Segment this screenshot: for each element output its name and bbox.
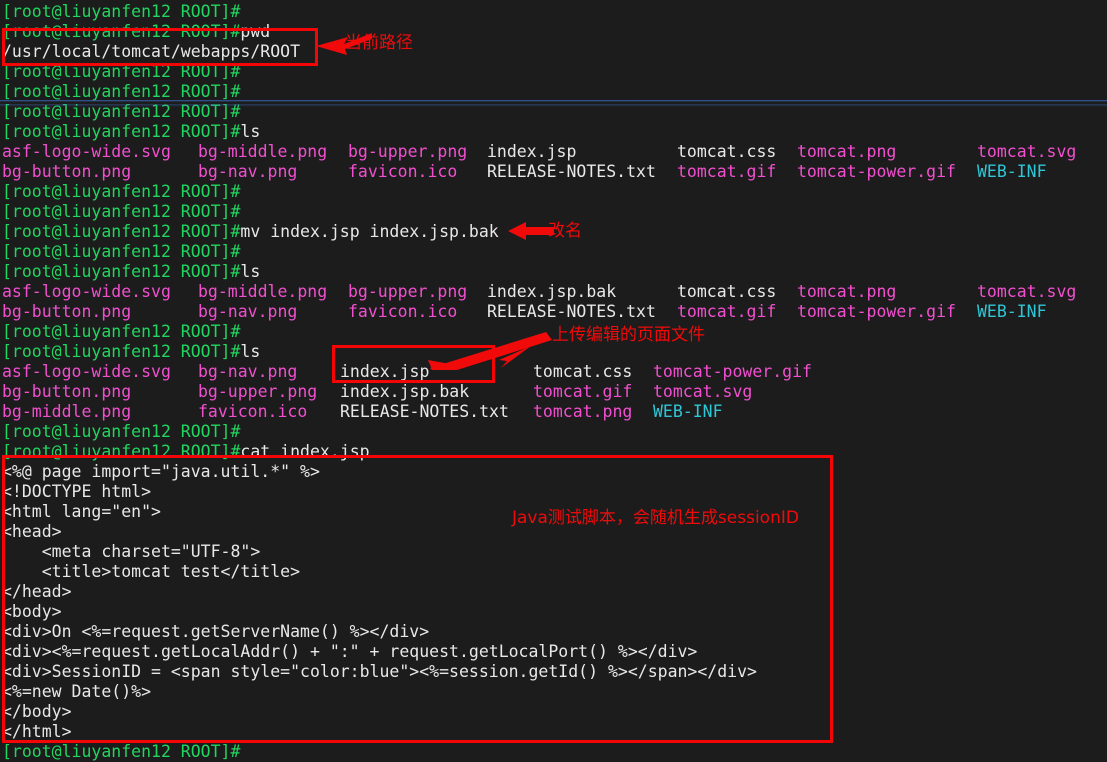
file-entry[interactable]: tomcat.svg	[977, 282, 1076, 302]
terminal-line: [root@liuyanfen12 ROOT]#	[2, 742, 240, 762]
file-entry[interactable]: tomcat.gif	[533, 382, 632, 402]
file-entry[interactable]: favicon.ico	[348, 302, 457, 322]
terminal-line: [root@liuyanfen12 ROOT]#	[2, 182, 240, 202]
terminal-line: [root@liuyanfen12 ROOT]#	[2, 202, 240, 222]
file-entry[interactable]: bg-upper.png	[198, 382, 317, 402]
annotation-label: 改名	[548, 221, 582, 241]
file-entry[interactable]: tomcat-power.gif	[653, 362, 812, 382]
file-entry[interactable]: WEB-INF	[977, 162, 1047, 182]
highlight-box-jsp-source	[2, 455, 833, 743]
file-entry[interactable]: bg-nav.png	[198, 162, 297, 182]
highlight-box-pwd	[2, 28, 318, 66]
file-entry[interactable]: bg-button.png	[2, 162, 131, 182]
crt-scanline	[0, 104, 1107, 107]
file-entry[interactable]: tomcat.gif	[677, 162, 776, 182]
terminal-line: [root@liuyanfen12 ROOT]#ls	[2, 342, 260, 362]
shell-prompt: [root@liuyanfen12 ROOT]#	[2, 222, 241, 241]
terminal-line: [root@liuyanfen12 ROOT]#	[2, 422, 240, 442]
file-entry[interactable]: tomcat.css	[677, 282, 776, 302]
shell-prompt: [root@liuyanfen12 ROOT]#	[2, 242, 241, 261]
file-listing-row: bg-button.png bg-nav.png favicon.ico RELEAS…	[0, 162, 1107, 182]
shell-prompt: [root@liuyanfen12 ROOT]#	[2, 182, 241, 201]
file-entry[interactable]: tomcat-power.gif	[797, 162, 956, 182]
shell-prompt: [root@liuyanfen12 ROOT]#	[2, 122, 241, 141]
shell-prompt: [root@liuyanfen12 ROOT]#	[2, 422, 241, 441]
file-entry[interactable]: tomcat.svg	[653, 382, 752, 402]
file-entry[interactable]: RELEASE-NOTES.txt	[487, 162, 656, 182]
file-listing-row: asf-logo-wide.svg bg-middle.png bg-upper.p…	[0, 142, 1107, 162]
shell-prompt: [root@liuyanfen12 ROOT]#	[2, 202, 241, 221]
annotation-label: Java测试脚本，会随机生成sessionID	[512, 508, 799, 528]
file-entry[interactable]: asf-logo-wide.svg	[2, 282, 171, 302]
shell-prompt: [root@liuyanfen12 ROOT]#	[2, 342, 241, 361]
annotation-label: 上传编辑的页面文件	[552, 325, 705, 345]
shell-command: mv index.jsp index.jsp.bak	[240, 222, 499, 241]
shell-command: ls	[240, 342, 261, 361]
file-entry[interactable]: bg-button.png	[2, 382, 131, 402]
file-entry[interactable]: tomcat.png	[533, 402, 632, 422]
file-entry[interactable]: tomcat.png	[797, 282, 896, 302]
file-entry[interactable]: favicon.ico	[348, 162, 457, 182]
file-entry[interactable]: WEB-INF	[977, 302, 1047, 322]
file-entry[interactable]: bg-upper.png	[348, 282, 467, 302]
file-entry[interactable]: asf-logo-wide.svg	[2, 142, 171, 162]
file-entry[interactable]: index.jsp	[487, 142, 576, 162]
file-entry[interactable]: RELEASE-NOTES.txt	[340, 402, 509, 422]
shell-prompt: [root@liuyanfen12 ROOT]#	[2, 82, 241, 101]
file-entry[interactable]: tomcat-power.gif	[797, 302, 956, 322]
terminal-line: [root@liuyanfen12 ROOT]#	[2, 82, 240, 102]
shell-command: ls	[240, 122, 261, 141]
terminal-line: [root@liuyanfen12 ROOT]#ls	[2, 262, 260, 282]
file-entry[interactable]: WEB-INF	[653, 402, 723, 422]
file-entry[interactable]: asf-logo-wide.svg	[2, 362, 171, 382]
file-listing-row: asf-logo-wide.svg bg-middle.png bg-upper.p…	[0, 282, 1107, 302]
file-listing-row: bg-button.png bg-nav.png favicon.ico RELEAS…	[0, 302, 1107, 322]
file-entry[interactable]: bg-middle.png	[198, 282, 327, 302]
pointer-arrow-upload-head	[499, 346, 531, 368]
terminal-line: [root@liuyanfen12 ROOT]#ls	[2, 122, 260, 142]
annotation-label: 当前路径	[345, 33, 413, 53]
file-entry[interactable]: bg-middle.png	[2, 402, 131, 422]
file-listing-row: bg-button.png bg-upper.png index.jsp.bak to…	[0, 382, 1107, 402]
terminal-line: [root@liuyanfen12 ROOT]#	[2, 322, 240, 342]
file-entry[interactable]: tomcat.css	[677, 142, 776, 162]
terminal-line: [root@liuyanfen12 ROOT]#	[2, 242, 240, 262]
file-entry[interactable]: index.jsp.bak	[340, 382, 469, 402]
file-entry[interactable]: bg-middle.png	[198, 142, 327, 162]
file-entry[interactable]: tomcat.svg	[977, 142, 1076, 162]
file-entry[interactable]: bg-nav.png	[198, 302, 297, 322]
file-entry[interactable]: bg-nav.png	[198, 362, 297, 382]
shell-prompt: [root@liuyanfen12 ROOT]#	[2, 742, 241, 761]
file-entry[interactable]: favicon.ico	[198, 402, 307, 422]
terminal-line: [root@liuyanfen12 ROOT]#mv index.jsp ind…	[2, 222, 499, 242]
file-entry[interactable]: tomcat.png	[797, 142, 896, 162]
shell-prompt: [root@liuyanfen12 ROOT]#	[2, 322, 241, 341]
file-entry[interactable]: bg-upper.png	[348, 142, 467, 162]
file-entry[interactable]: RELEASE-NOTES.txt	[487, 302, 656, 322]
shell-prompt: [root@liuyanfen12 ROOT]#	[2, 262, 241, 281]
file-entry[interactable]: bg-button.png	[2, 302, 131, 322]
file-entry[interactable]: index.jsp.bak	[487, 282, 616, 302]
file-entry[interactable]: tomcat.gif	[677, 302, 776, 322]
terminal-line: [root@liuyanfen12 ROOT]#	[2, 2, 240, 22]
shell-prompt: [root@liuyanfen12 ROOT]#	[2, 2, 241, 21]
file-listing-row: bg-middle.png favicon.ico RELEASE-NOTES.tx…	[0, 402, 1107, 422]
crt-scanline	[0, 100, 1107, 102]
terminal-window[interactable]: [root@liuyanfen12 ROOT]# [root@liuyanfen1…	[0, 0, 1107, 762]
shell-command: ls	[240, 262, 261, 281]
